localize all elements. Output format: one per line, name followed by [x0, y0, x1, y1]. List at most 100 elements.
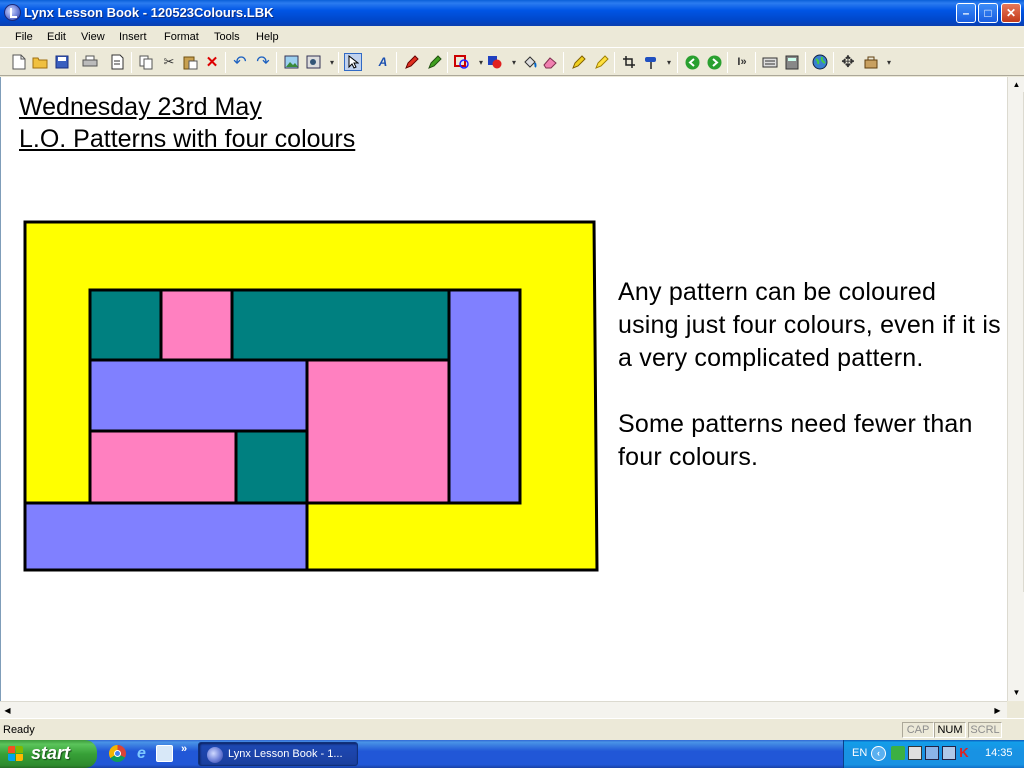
lynx-app-icon[interactable] [4, 4, 21, 21]
pattern-region-pink-1 [159, 288, 234, 362]
format-painter-icon[interactable] [641, 53, 659, 71]
copy-icon[interactable] [137, 53, 155, 71]
select-arrow-icon[interactable] [344, 53, 362, 71]
paragraph-four-colours: Any pattern can be coloured using just f… [618, 278, 1001, 372]
pattern-region-teal-3 [234, 429, 309, 505]
pattern-region-teal-1 [88, 288, 163, 362]
vertical-scroll-thumb[interactable] [1009, 92, 1024, 592]
menu-file[interactable]: File [15, 31, 33, 43]
move-icon[interactable]: ✥ [839, 53, 857, 71]
language-indicator[interactable]: EN [852, 747, 867, 759]
keyboard-icon[interactable] [761, 53, 779, 71]
start-button[interactable]: start [0, 740, 97, 768]
clock[interactable]: 14:35 [985, 747, 1013, 759]
new-icon[interactable] [10, 53, 28, 71]
lynx-app-icon [207, 747, 223, 763]
fill-colour-icon[interactable] [486, 53, 504, 71]
antivirus-tray-icon[interactable]: K [957, 746, 971, 760]
caps-lock-indicator: CAP [902, 722, 934, 738]
window-title: Lynx Lesson Book - 120523Colours.LBK [24, 5, 274, 20]
print-icon[interactable] [81, 53, 99, 71]
scroll-down-arrow-icon[interactable]: ▼ [1009, 685, 1024, 700]
document-area[interactable]: Wednesday 23rd May L.O. Patterns with fo… [0, 77, 1007, 701]
back-icon[interactable] [683, 53, 701, 71]
redo-icon[interactable]: ↷ [254, 53, 272, 71]
tools-icon[interactable] [862, 53, 880, 71]
menu-format[interactable]: Format [164, 31, 199, 43]
highlighter-icon[interactable] [569, 53, 587, 71]
vertical-scrollbar[interactable]: ▲ ▼ [1007, 77, 1024, 701]
marker-icon[interactable] [592, 53, 610, 71]
insert-picture-icon[interactable] [282, 53, 300, 71]
show-desktop-icon[interactable] [156, 745, 173, 762]
close-button[interactable]: ✕ [1001, 3, 1021, 23]
taskbar: start e » Lynx Lesson Book - 1... EN ‹ K… [0, 740, 1024, 768]
menu-insert[interactable]: Insert [119, 31, 147, 43]
horizontal-scrollbar[interactable]: ◀ ▶ [0, 701, 1007, 718]
show-hidden-icons-icon[interactable]: ‹ [871, 746, 886, 761]
menu-help[interactable]: Help [256, 31, 279, 43]
scroll-right-arrow-icon[interactable]: ▶ [990, 703, 1005, 718]
pencil-icon[interactable] [402, 53, 420, 71]
pattern-region-periwinkle-2 [88, 358, 309, 433]
menu-edit[interactable]: Edit [47, 31, 66, 43]
status-bar: Ready CAP NUM SCRL [0, 718, 1024, 740]
globe-icon[interactable] [811, 53, 829, 71]
undo-icon[interactable]: ↶ [231, 53, 249, 71]
pattern-region-periwinkle-1 [447, 288, 522, 505]
scroll-left-arrow-icon[interactable]: ◀ [0, 703, 15, 718]
forward-icon[interactable] [705, 53, 723, 71]
keyboard-tray-icon[interactable] [908, 746, 922, 760]
taskbar-button-lynx[interactable]: Lynx Lesson Book - 1... [198, 742, 358, 766]
font-icon[interactable]: A [374, 53, 392, 71]
speech-icon[interactable]: I» [733, 53, 751, 71]
paragraph-fewer-colours: Some patterns need fewer than four colou… [618, 410, 973, 471]
shape-icon[interactable] [453, 53, 471, 71]
status-text: Ready [3, 724, 35, 736]
painter-dropdown-icon[interactable]: ▾ [660, 53, 678, 71]
scroll-up-arrow-icon[interactable]: ▲ [1009, 77, 1024, 92]
maximize-button[interactable]: □ [978, 3, 998, 23]
monitor-tray-icon[interactable] [942, 746, 956, 760]
eraser-icon[interactable] [541, 53, 559, 71]
start-label: start [31, 743, 71, 763]
pattern-region-pink-3 [88, 429, 238, 505]
menu-tools[interactable]: Tools [214, 31, 240, 43]
save-icon[interactable] [53, 53, 71, 71]
menu-bar: File Edit View Insert Format Tools Help [0, 27, 1024, 48]
pattern-region-periwinkle-3 [23, 501, 309, 572]
scroll-lock-indicator: SCRL [968, 722, 1002, 738]
app-window: Lynx Lesson Book - 120523Colours.LBK – □… [0, 0, 1024, 740]
page-icon[interactable] [108, 53, 126, 71]
system-tray: EN ‹ K 14:35 [843, 740, 1024, 768]
cut-icon[interactable]: ✂ [160, 53, 178, 71]
quick-launch-more-icon[interactable]: » [181, 743, 187, 755]
open-icon[interactable] [31, 53, 49, 71]
four-colour-pattern[interactable] [19, 217, 605, 577]
pattern-region-pink-2 [305, 358, 451, 505]
menu-view[interactable]: View [81, 31, 105, 43]
chrome-icon[interactable] [109, 745, 126, 762]
windows-logo-icon [8, 746, 25, 763]
minimize-button[interactable]: – [956, 3, 976, 23]
taskbar-button-label: Lynx Lesson Book - 1... [228, 748, 343, 760]
internet-explorer-icon[interactable]: e [133, 745, 150, 762]
crop-icon[interactable] [620, 53, 638, 71]
delete-icon[interactable]: ✕ [203, 53, 221, 71]
title-bar[interactable]: Lynx Lesson Book - 120523Colours.LBK – □… [0, 0, 1024, 26]
pattern-region-teal-2 [230, 288, 451, 362]
explanation-text: Any pattern can be coloured using just f… [618, 276, 1003, 507]
display-tray-icon[interactable] [925, 746, 939, 760]
heading-learning-objective: L.O. Patterns with four colours [19, 125, 356, 153]
paste-icon[interactable] [181, 53, 199, 71]
calculator-icon[interactable] [783, 53, 801, 71]
scroll-corner [1007, 701, 1024, 718]
network-tray-icon[interactable] [891, 746, 905, 760]
picture-options-icon[interactable] [304, 53, 322, 71]
paint-bucket-icon[interactable] [520, 53, 538, 71]
pen-icon[interactable] [425, 53, 443, 71]
heading-date: Wednesday 23rd May [19, 93, 262, 121]
tools-dropdown-icon[interactable]: ▾ [880, 53, 898, 71]
num-lock-indicator: NUM [934, 722, 966, 738]
toolbar: ✂ ✕ ↶ ↷ ▾ A ▾ ▾ ▾ I» ✥ ▾ [0, 49, 1024, 76]
